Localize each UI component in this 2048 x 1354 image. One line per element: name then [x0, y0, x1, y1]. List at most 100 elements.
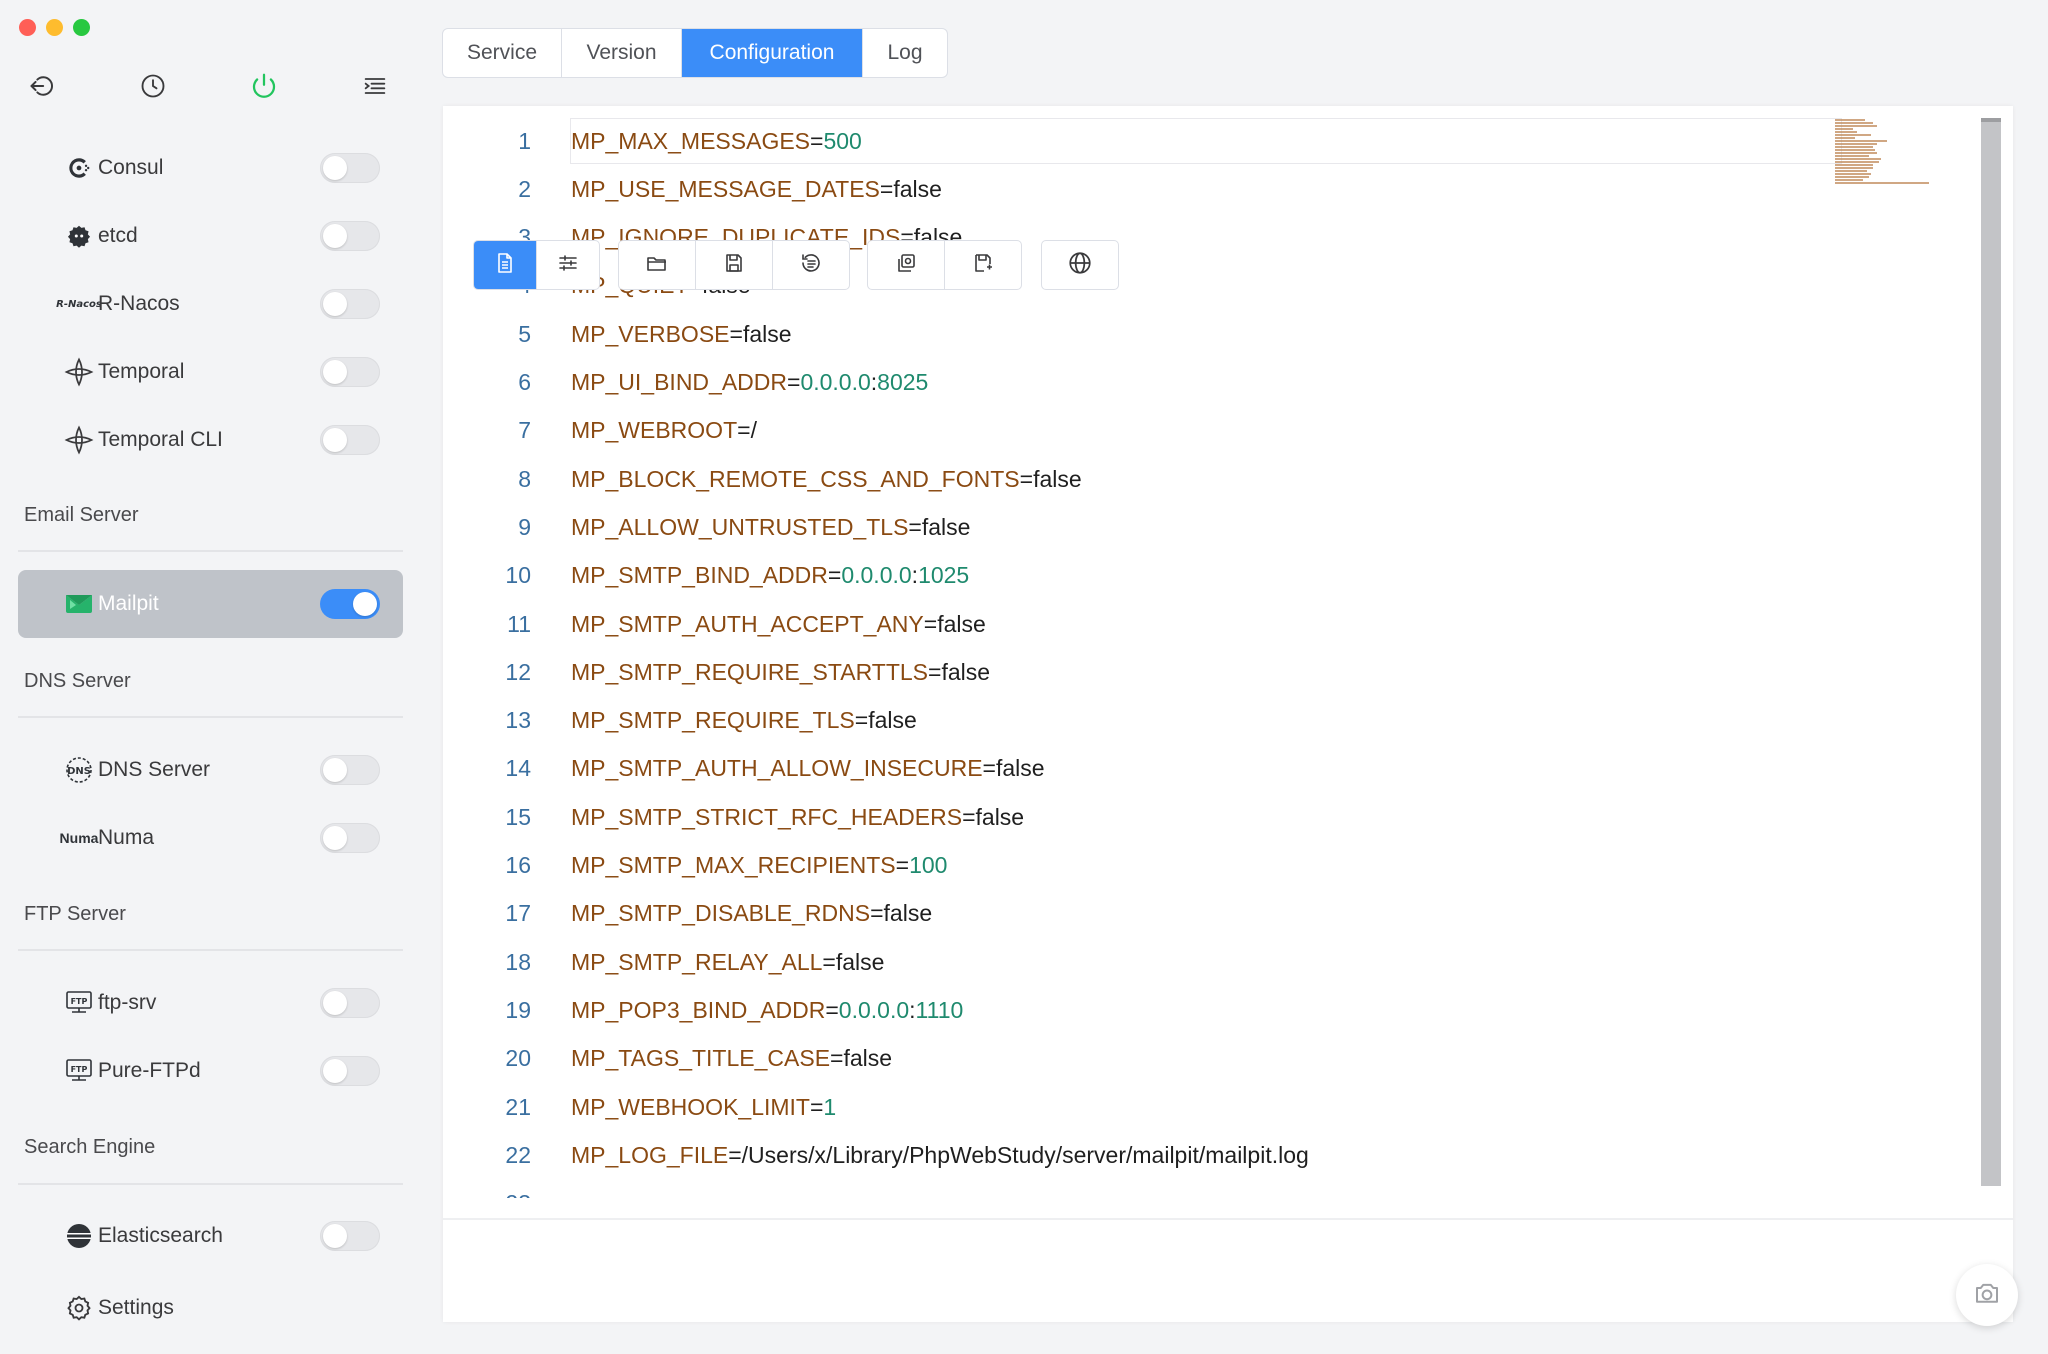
equals-sign: =: [908, 513, 922, 540]
sidebar-item-consul[interactable]: Consul: [18, 134, 403, 202]
code-line[interactable]: 14 MP_SMTP_AUTH_ALLOW_INSECURE=false: [443, 745, 1843, 793]
code-line[interactable]: 11 MP_SMTP_AUTH_ACCEPT_ANY=false: [443, 600, 1843, 648]
equals-sign: =: [923, 610, 938, 637]
config-key: MP_SMTP_AUTH_ACCEPT_ANY: [571, 610, 924, 637]
vertical-scrollbar[interactable]: [1981, 118, 2001, 1186]
sidebar-item-r-nacos[interactable]: R-Nacos R-Nacos: [18, 270, 403, 338]
code-line[interactable]: 18 MP_SMTP_RELAY_ALL=false: [443, 938, 1843, 986]
section-title-ftp-server: FTP Server: [24, 903, 126, 925]
code-line[interactable]: 22 MP_LOG_FILE=/Users/x/Library/PhpWebStu…: [443, 1131, 1843, 1179]
divider: [18, 1183, 403, 1185]
config-value: false: [893, 175, 942, 202]
line-number: 19: [505, 996, 531, 1023]
consul-toggle[interactable]: [320, 153, 380, 183]
minimize-window-button[interactable]: [46, 19, 63, 36]
config-key: MP_LOG_FILE: [571, 1141, 729, 1168]
code-line[interactable]: 8 MP_BLOCK_REMOTE_CSS_AND_FONTS=false: [443, 455, 1843, 503]
folder-open-icon: [645, 251, 669, 280]
equals-sign: =: [854, 707, 869, 734]
settings-view-button[interactable]: [537, 241, 599, 289]
dns-server-toggle[interactable]: [320, 755, 380, 785]
code-line[interactable]: 10 MP_SMTP_BIND_ADDR=0.0.0.0:1025: [443, 552, 1843, 600]
clock-icon[interactable]: [137, 70, 169, 102]
code-line[interactable]: 19 MP_POP3_BIND_ADDR=0.0.0.0:1110: [443, 986, 1843, 1034]
config-key: MP_BLOCK_REMOTE_CSS_AND_FONTS: [571, 465, 1020, 492]
line-number: 13: [505, 707, 531, 734]
sidebar-item-elasticsearch[interactable]: Elasticsearch: [18, 1202, 403, 1270]
sidebar-item-pure-ftpd[interactable]: FTP Pure-FTPd: [18, 1037, 403, 1105]
code-line[interactable]: 6 MP_UI_BIND_ADDR=0.0.0.0:8025: [443, 359, 1843, 407]
code-line[interactable]: 7 MP_WEBROOT=/: [443, 407, 1843, 455]
code-line[interactable]: 2 MP_USE_MESSAGE_DATES=false: [443, 165, 1843, 213]
sidebar-item-label: Numa: [98, 826, 155, 849]
code-line[interactable]: 5 MP_VERBOSE=false: [443, 310, 1843, 358]
sidebar-toolbar: [26, 70, 396, 102]
copy-config-button[interactable]: [868, 241, 945, 289]
save-as-icon: [971, 251, 995, 280]
power-icon[interactable]: [248, 70, 280, 102]
menu-icon[interactable]: [359, 70, 391, 102]
code-line[interactable]: 17 MP_SMTP_DISABLE_RDNS=false: [443, 890, 1843, 938]
sidebar-item-numa[interactable]: Numa Numa: [18, 804, 403, 872]
config-key: MP_SMTP_REQUIRE_STARTTLS: [571, 658, 929, 685]
code-line[interactable]: 15 MP_SMTP_STRICT_RFC_HEADERS=false: [443, 793, 1843, 841]
restore-button[interactable]: [773, 241, 849, 289]
section-title-email-server: Email Server: [24, 504, 139, 526]
code-line[interactable]: 16 MP_SMTP_MAX_RECIPIENTS=100: [443, 842, 1843, 890]
equals-sign: =: [810, 127, 824, 154]
tab-service[interactable]: Service: [443, 29, 562, 77]
close-window-button[interactable]: [19, 19, 36, 36]
config-value: false: [975, 803, 1025, 830]
tab-version[interactable]: Version: [562, 29, 682, 77]
line-content: MP_SMTP_BIND_ADDR=0.0.0.0:1025: [571, 562, 969, 589]
sidebar-item-etcd[interactable]: etcd: [18, 202, 403, 270]
config-value-part: 0.0.0.0: [800, 369, 871, 395]
config-key: MP_SMTP_MAX_RECIPIENTS: [571, 852, 896, 878]
temporal-cli-toggle[interactable]: [320, 425, 380, 455]
save-button[interactable]: [696, 241, 773, 289]
code-line[interactable]: 23: [443, 1180, 1843, 1198]
tab-log[interactable]: Log: [863, 29, 947, 77]
temporal-toggle[interactable]: [320, 357, 380, 387]
numa-toggle[interactable]: [320, 823, 380, 853]
config-value: false: [868, 707, 917, 734]
line-content: MP_WEBROOT=/: [571, 417, 757, 444]
code-line[interactable]: 9 MP_ALLOW_UNTRUSTED_TLS=false: [443, 503, 1843, 551]
elasticsearch-toggle[interactable]: [320, 1221, 380, 1251]
code-line[interactable]: 13 MP_SMTP_REQUIRE_TLS=false: [443, 697, 1843, 745]
mailpit-toggle[interactable]: [320, 589, 380, 619]
sidebar-item-settings[interactable]: Settings: [18, 1274, 403, 1342]
sidebar-item-dns-server[interactable]: DNS DNS Server: [18, 736, 403, 804]
ftp-srv-toggle[interactable]: [320, 988, 380, 1018]
open-in-browser-button[interactable]: [1042, 241, 1118, 289]
r-nacos-toggle[interactable]: [320, 289, 380, 319]
save-as-button[interactable]: [945, 241, 1021, 289]
code-line[interactable]: 21 MP_WEBHOOK_LIMIT=1: [443, 1083, 1843, 1131]
zoom-window-button[interactable]: [73, 19, 90, 36]
divider: [18, 949, 403, 951]
document-view-button[interactable]: [474, 241, 537, 289]
minimap[interactable]: [1833, 118, 1933, 198]
code-line[interactable]: 1 MP_MAX_MESSAGES=500: [443, 117, 1843, 165]
line-content: MP_POP3_BIND_ADDR=0.0.0.0:1110: [571, 997, 963, 1024]
line-number: 11: [507, 610, 531, 637]
line-number: 15: [505, 803, 531, 830]
config-value: /Users/x/Library/PhpWebStudy/server/mail…: [741, 1141, 1309, 1168]
editor-toolbar: [443, 1218, 2013, 1324]
line-content: MP_TAGS_TITLE_CASE=false: [571, 1045, 892, 1072]
tab-configuration[interactable]: Configuration: [682, 29, 863, 77]
line-number: 10: [505, 562, 531, 589]
open-folder-button[interactable]: [619, 241, 696, 289]
line-number: 23: [443, 1190, 531, 1198]
sidebar-item-temporal[interactable]: Temporal: [18, 338, 403, 406]
code-line[interactable]: 12 MP_SMTP_REQUIRE_STARTTLS=false: [443, 648, 1843, 696]
screenshot-button[interactable]: [1956, 1264, 2018, 1326]
code-line[interactable]: 20 MP_TAGS_TITLE_CASE=false: [443, 1035, 1843, 1083]
sidebar-item-temporal-cli[interactable]: Temporal CLI: [18, 406, 403, 474]
pure-ftpd-toggle[interactable]: [320, 1056, 380, 1086]
log-out-icon[interactable]: [26, 70, 58, 102]
config-key: MP_SMTP_AUTH_ALLOW_INSECURE: [571, 755, 983, 782]
sidebar-item-ftp-srv[interactable]: FTP ftp-srv: [18, 969, 403, 1037]
etcd-toggle[interactable]: [320, 221, 380, 251]
sidebar-item-mailpit[interactable]: Mailpit: [18, 570, 403, 638]
